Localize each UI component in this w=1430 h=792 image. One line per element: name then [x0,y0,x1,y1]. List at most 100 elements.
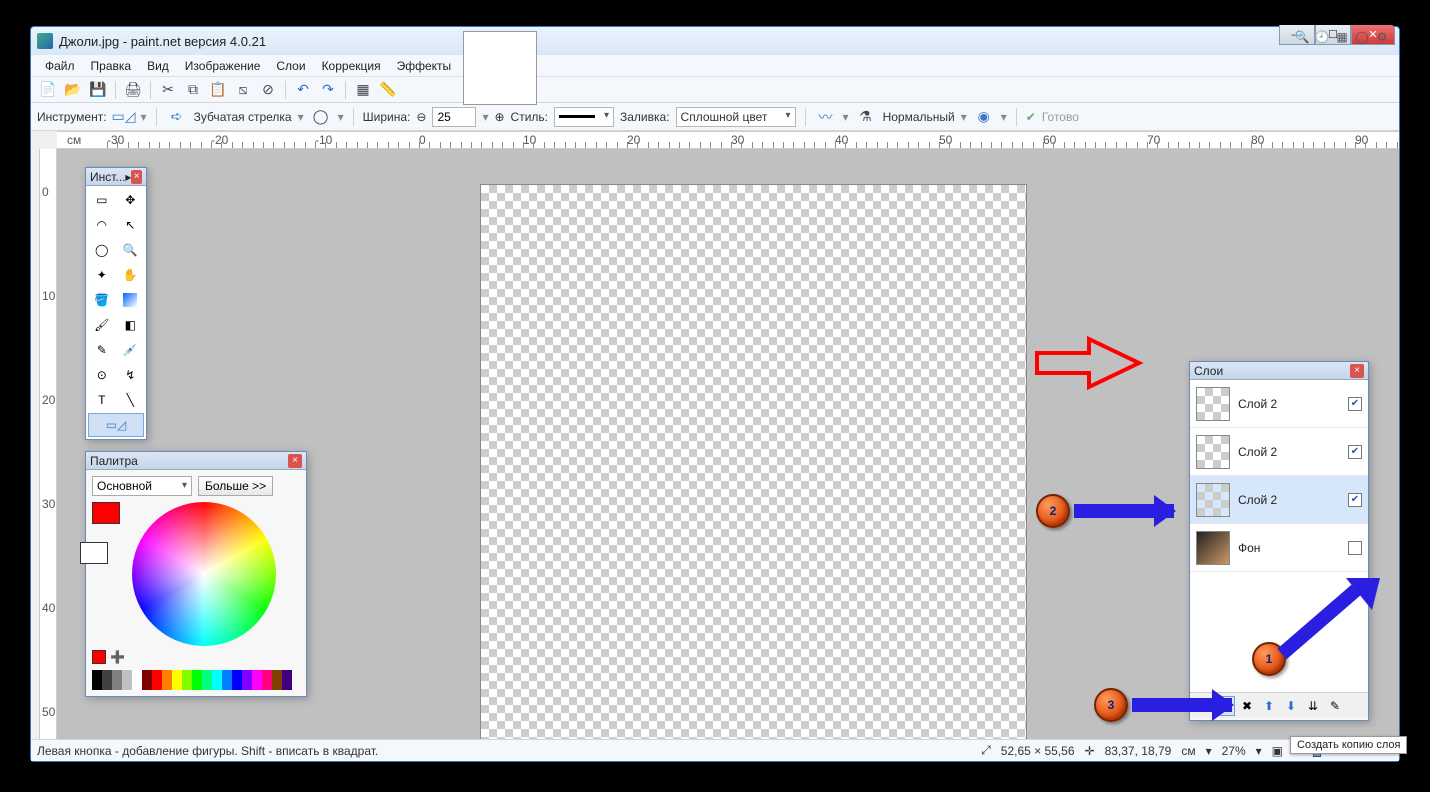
paste-icon[interactable]: 📋 [207,79,229,101]
status-pos-icon: ✛ [1085,744,1095,758]
menubar: Файл Правка Вид Изображение Слои Коррекц… [31,55,1399,77]
recent-color-swatch[interactable] [92,650,106,664]
copy-icon[interactable]: ⧉ [182,79,204,101]
tool-move-selection[interactable]: ✥ [117,188,145,212]
layer-visibility-checkbox[interactable]: ✔ [1348,493,1362,507]
tool-ellipse-select[interactable]: ◯ [88,238,116,262]
colors-window-toggle-icon[interactable]: ◯ [1353,28,1371,46]
tools-panel-close-icon[interactable]: × [131,170,142,184]
redo-icon[interactable]: ↷ [317,79,339,101]
tool-eraser[interactable]: ◧ [117,313,145,337]
crop-icon[interactable]: ⧅ [232,79,254,101]
window-title: Джоли.jpg - paint.net версия 4.0.21 [59,34,266,49]
status-pos: 83,37, 18,79 [1105,744,1172,758]
menu-image[interactable]: Изображение [177,57,269,75]
tool-label: Инструмент: [37,110,107,124]
fill-label: Заливка: [620,110,670,124]
antialias-icon[interactable]: 〰 [815,106,837,128]
tools-window-toggle-icon[interactable]: 🔍 [1293,28,1311,46]
tool-line[interactable]: ╲ [117,388,145,412]
annotation-arrow-1 [1276,572,1386,672]
palette-strip[interactable] [92,670,292,690]
layers-window-toggle-icon[interactable]: ▦ [1333,28,1351,46]
menu-layers[interactable]: Слои [268,57,313,75]
layer-visibility-checkbox[interactable] [1348,541,1362,555]
blend-icon[interactable]: ⚗ [855,106,877,128]
layer-merge-icon[interactable]: ⇊ [1303,696,1323,716]
palette-more-button[interactable]: Больше >> [198,476,273,496]
tool-fill[interactable]: 🪣 [88,288,116,312]
deselect-icon[interactable]: ⊘ [257,79,279,101]
palette-mode-combo[interactable]: Основной [92,476,192,496]
annotation-bubble-2: 2 [1036,494,1070,528]
secondary-color-swatch[interactable] [80,542,108,564]
layer-visibility-checkbox[interactable]: ✔ [1348,445,1362,459]
layer-row[interactable]: Слой 2✔ [1190,476,1368,524]
tool-rect-select[interactable]: ▭ [88,188,116,212]
shape-picker-icon[interactable]: ➪ [166,106,188,128]
layer-down-icon[interactable]: ⬇ [1281,696,1301,716]
main-toolbar: 📄 📂 💾 🖨 ✂ ⧉ 📋 ⧅ ⊘ ↶ ↷ ▦ 📏 [31,77,1399,103]
tool-wand[interactable]: ✦ [88,263,116,287]
commit-label[interactable]: Готово [1042,110,1079,124]
tooltip: Создать копию слоя [1290,736,1407,754]
grid-toggle-icon[interactable]: ▦ [352,79,374,101]
menu-file[interactable]: Файл [37,57,83,75]
primary-color-swatch[interactable] [92,502,120,524]
width-minus-icon[interactable]: ⊖ [416,110,426,124]
menu-view[interactable]: Вид [139,57,177,75]
blend-mode: Нормальный [883,110,955,124]
layer-row[interactable]: Слой 2✔ [1190,380,1368,428]
layer-up-icon[interactable]: ⬆ [1259,696,1279,716]
tool-picker-icon[interactable]: ▭◿ [113,106,135,128]
canvas[interactable] [481,185,1026,739]
status-fit-icon[interactable]: ▣ [1272,744,1283,758]
open-icon[interactable]: 📂 [62,79,84,101]
palette-add-icon[interactable]: ➕ [110,650,125,664]
shape-mode-icon[interactable]: ◯ [310,106,332,128]
color-wheel[interactable] [132,502,276,646]
menu-edit[interactable]: Правка [83,57,140,75]
status-zoom[interactable]: 27% [1222,744,1246,758]
layer-props-icon[interactable]: ✎ [1325,696,1345,716]
tool-pan[interactable]: ✋ [117,263,145,287]
width-input[interactable] [432,107,476,127]
layers-title: Слои [1194,364,1223,378]
titlebar: Джоли.jpg - paint.net версия 4.0.21 — ☐ … [31,27,1399,55]
settings-icon[interactable]: ⚙ [1373,28,1391,46]
status-unit[interactable]: см [1181,744,1195,758]
layer-thumb [1196,435,1230,469]
sampling-icon[interactable]: ◉ [973,106,995,128]
tool-pencil[interactable]: ✎ [88,338,116,362]
image-thumbnail-tab[interactable] [463,31,537,105]
fill-combo[interactable]: Сплошной цвет [676,107,796,127]
tool-zoom[interactable]: 🔍 [117,238,145,262]
layer-row[interactable]: Фон [1190,524,1368,572]
layers-close-icon[interactable]: × [1350,364,1364,378]
cut-icon[interactable]: ✂ [157,79,179,101]
tool-move[interactable]: ↖ [117,213,145,237]
tool-text[interactable]: T [88,388,116,412]
tool-clone[interactable]: ⊙ [88,363,116,387]
tool-color-picker[interactable]: 💉 [117,338,145,362]
ruler-toggle-icon[interactable]: 📏 [377,79,399,101]
tool-shapes[interactable]: ▭◿ [88,413,144,437]
print-icon[interactable]: 🖨 [122,79,144,101]
undo-icon[interactable]: ↶ [292,79,314,101]
history-window-toggle-icon[interactable]: 🕘 [1313,28,1331,46]
style-combo[interactable] [554,107,614,127]
tool-lasso[interactable]: ◠ [88,213,116,237]
width-plus-icon[interactable]: ⊕ [494,110,504,124]
tool-gradient[interactable] [117,288,145,312]
tool-brush[interactable]: 🖌 [88,313,116,337]
new-icon[interactable]: 📄 [37,79,59,101]
status-size: 52,65 × 55,56 [1001,744,1075,758]
menu-effects[interactable]: Эффекты [389,57,460,75]
tool-recolor[interactable]: ↯ [117,363,145,387]
layer-row[interactable]: Слой 2✔ [1190,428,1368,476]
layer-visibility-checkbox[interactable]: ✔ [1348,397,1362,411]
menu-adjust[interactable]: Коррекция [314,57,389,75]
save-icon[interactable]: 💾 [87,79,109,101]
drawn-arrow-shape[interactable] [1031,333,1151,397]
palette-close-icon[interactable]: × [288,454,302,468]
